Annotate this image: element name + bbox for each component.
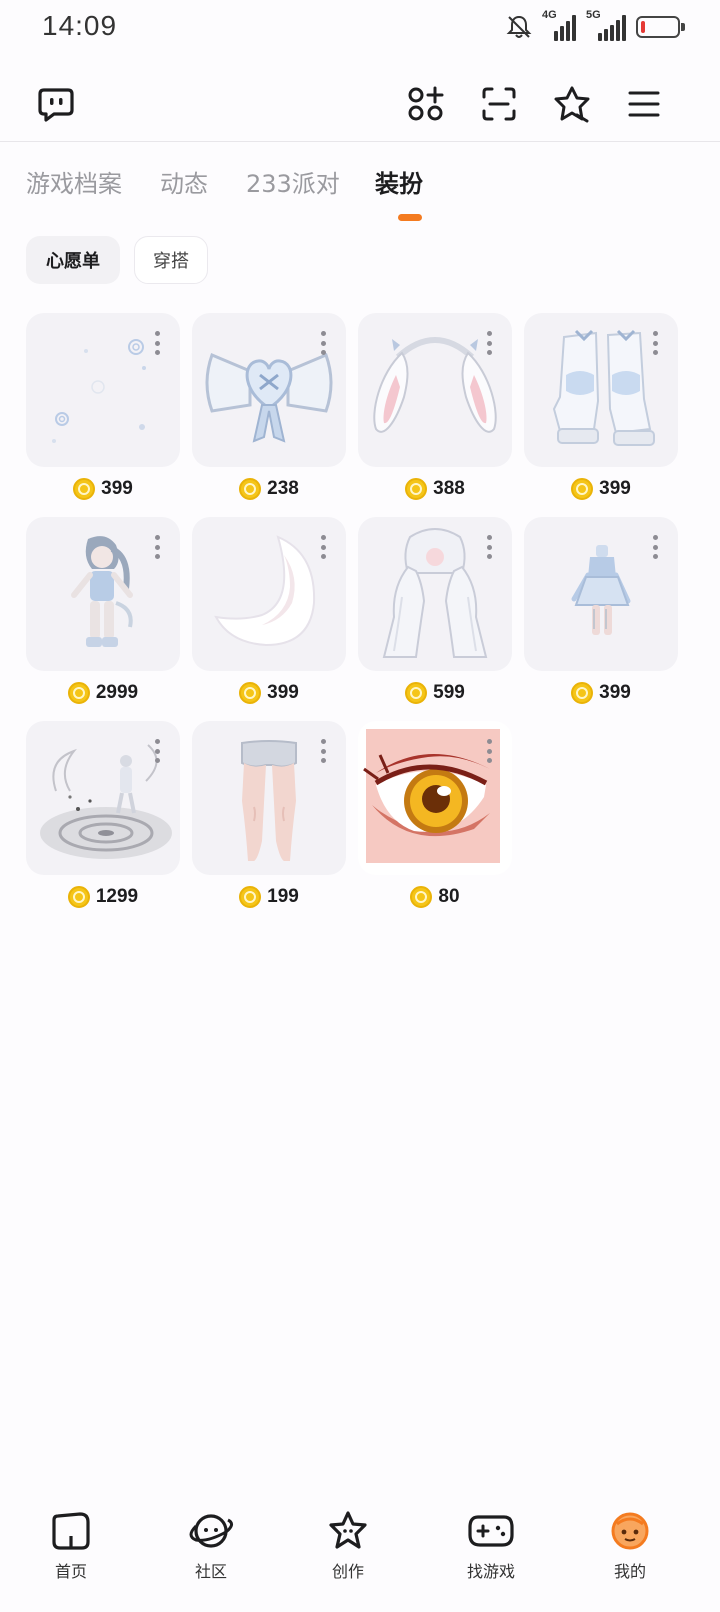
more-options-icon[interactable] — [154, 739, 160, 763]
item-price: 80 — [438, 886, 460, 907]
coin-icon — [73, 478, 96, 500]
coin-icon — [67, 886, 90, 908]
item-price: 399 — [267, 682, 299, 703]
wishlist-item[interactable]: 80 — [358, 721, 512, 921]
coin-icon — [239, 886, 262, 908]
wishlist-item[interactable]: 599 — [358, 517, 512, 717]
status-time: 14:09 — [42, 10, 118, 41]
wishlist-item[interactable]: 399 — [192, 517, 346, 717]
price-row: 399 — [192, 682, 346, 704]
more-options-icon[interactable] — [320, 739, 326, 763]
wishlist-item[interactable]: 1299 — [26, 721, 180, 921]
item-price: 238 — [267, 478, 299, 499]
item-price: 399 — [599, 682, 631, 703]
price-row: 599 — [358, 682, 512, 704]
price-row: 80 — [358, 886, 512, 908]
battery-icon — [636, 16, 685, 38]
status-bar: 14:09 4G 5G — [0, 0, 720, 56]
nav-mine[interactable]: 我的 — [580, 1508, 680, 1598]
coin-icon — [571, 682, 594, 704]
gamepad-icon — [468, 1508, 514, 1554]
item-price: 199 — [267, 886, 299, 907]
signal-4g-icon: 4G — [542, 9, 576, 41]
price-row: 388 — [358, 478, 512, 500]
nav-label: 首页 — [54, 1562, 87, 1581]
wishlist-item[interactable]: 399 — [524, 313, 678, 513]
nav-label: 社区 — [194, 1562, 227, 1581]
price-row: 199 — [192, 886, 346, 908]
bottom-navigation: 首页 社区 创作 找游戏 我的 — [0, 1500, 720, 1612]
signal-5g-icon: 5G — [586, 9, 626, 41]
nav-community[interactable]: 社区 — [161, 1508, 261, 1598]
more-options-icon[interactable] — [154, 535, 160, 559]
network-4g-label: 4G — [542, 9, 557, 21]
more-options-icon[interactable] — [652, 535, 658, 559]
more-options-icon[interactable] — [154, 331, 160, 355]
tab-game-archive[interactable]: 游戏档案 — [26, 164, 122, 199]
wishlist-item[interactable]: 199 — [192, 721, 346, 921]
item-price: 388 — [433, 478, 465, 499]
wishlist-item[interactable]: 399 — [524, 517, 678, 717]
wishlist-item[interactable]: 399 — [26, 313, 180, 513]
network-5g-label: 5G — [586, 9, 601, 21]
wishlist-item[interactable]: 388 — [358, 313, 512, 513]
price-row: 399 — [524, 682, 678, 704]
star-badge-icon[interactable] — [550, 82, 594, 126]
tab-dress-up[interactable]: 装扮 — [375, 164, 423, 199]
wishlist-item[interactable]: 238 — [192, 313, 346, 513]
price-row: 238 — [192, 478, 346, 500]
more-options-icon[interactable] — [486, 331, 492, 355]
status-icons: 4G 5G — [506, 9, 685, 42]
coin-icon — [571, 478, 594, 500]
nav-create[interactable]: 创作 — [298, 1508, 398, 1598]
chip-outfits[interactable]: 穿搭 — [134, 236, 208, 284]
planet-icon — [188, 1508, 234, 1554]
item-price: 2999 — [95, 682, 139, 703]
item-price: 1299 — [95, 886, 139, 907]
price-row: 2999 — [26, 682, 180, 704]
star-face-icon — [325, 1508, 371, 1554]
coin-icon — [405, 478, 428, 500]
avatar-face-icon — [607, 1508, 653, 1554]
price-row: 399 — [524, 478, 678, 500]
coin-icon — [239, 682, 262, 704]
nav-label: 我的 — [613, 1562, 646, 1581]
profile-tabs: 游戏档案 动态 233派对 装扮 — [0, 160, 720, 220]
tab-activity[interactable]: 动态 — [160, 164, 208, 199]
coin-icon — [405, 682, 428, 704]
chat-bubble-icon[interactable] — [34, 82, 78, 126]
price-row: 1299 — [26, 886, 180, 908]
scan-icon[interactable] — [477, 82, 521, 126]
active-tab-indicator — [398, 214, 422, 221]
more-options-icon[interactable] — [486, 739, 492, 763]
nav-find-games[interactable]: 找游戏 — [441, 1508, 541, 1598]
item-price: 399 — [101, 478, 133, 499]
price-row: 399 — [26, 478, 180, 500]
nav-home[interactable]: 首页 — [21, 1508, 121, 1598]
home-icon — [48, 1508, 94, 1554]
more-options-icon[interactable] — [486, 535, 492, 559]
nav-label: 创作 — [331, 1562, 364, 1581]
more-options-icon[interactable] — [320, 331, 326, 355]
coin-icon — [410, 886, 433, 908]
top-toolbar — [0, 70, 720, 142]
more-options-icon[interactable] — [320, 535, 326, 559]
more-options-icon[interactable] — [652, 331, 658, 355]
chip-wishlist[interactable]: 心愿单 — [26, 236, 120, 284]
coin-icon — [67, 682, 90, 704]
tab-233-party[interactable]: 233派对 — [246, 164, 340, 199]
mute-bell-icon — [506, 15, 532, 38]
nav-label: 找游戏 — [466, 1562, 515, 1581]
wishlist-item[interactable]: 2999 — [26, 517, 180, 717]
item-price: 599 — [433, 682, 465, 703]
add-apps-icon[interactable] — [404, 82, 448, 126]
item-price: 399 — [599, 478, 631, 499]
coin-icon — [239, 478, 262, 500]
menu-icon[interactable] — [622, 82, 666, 126]
